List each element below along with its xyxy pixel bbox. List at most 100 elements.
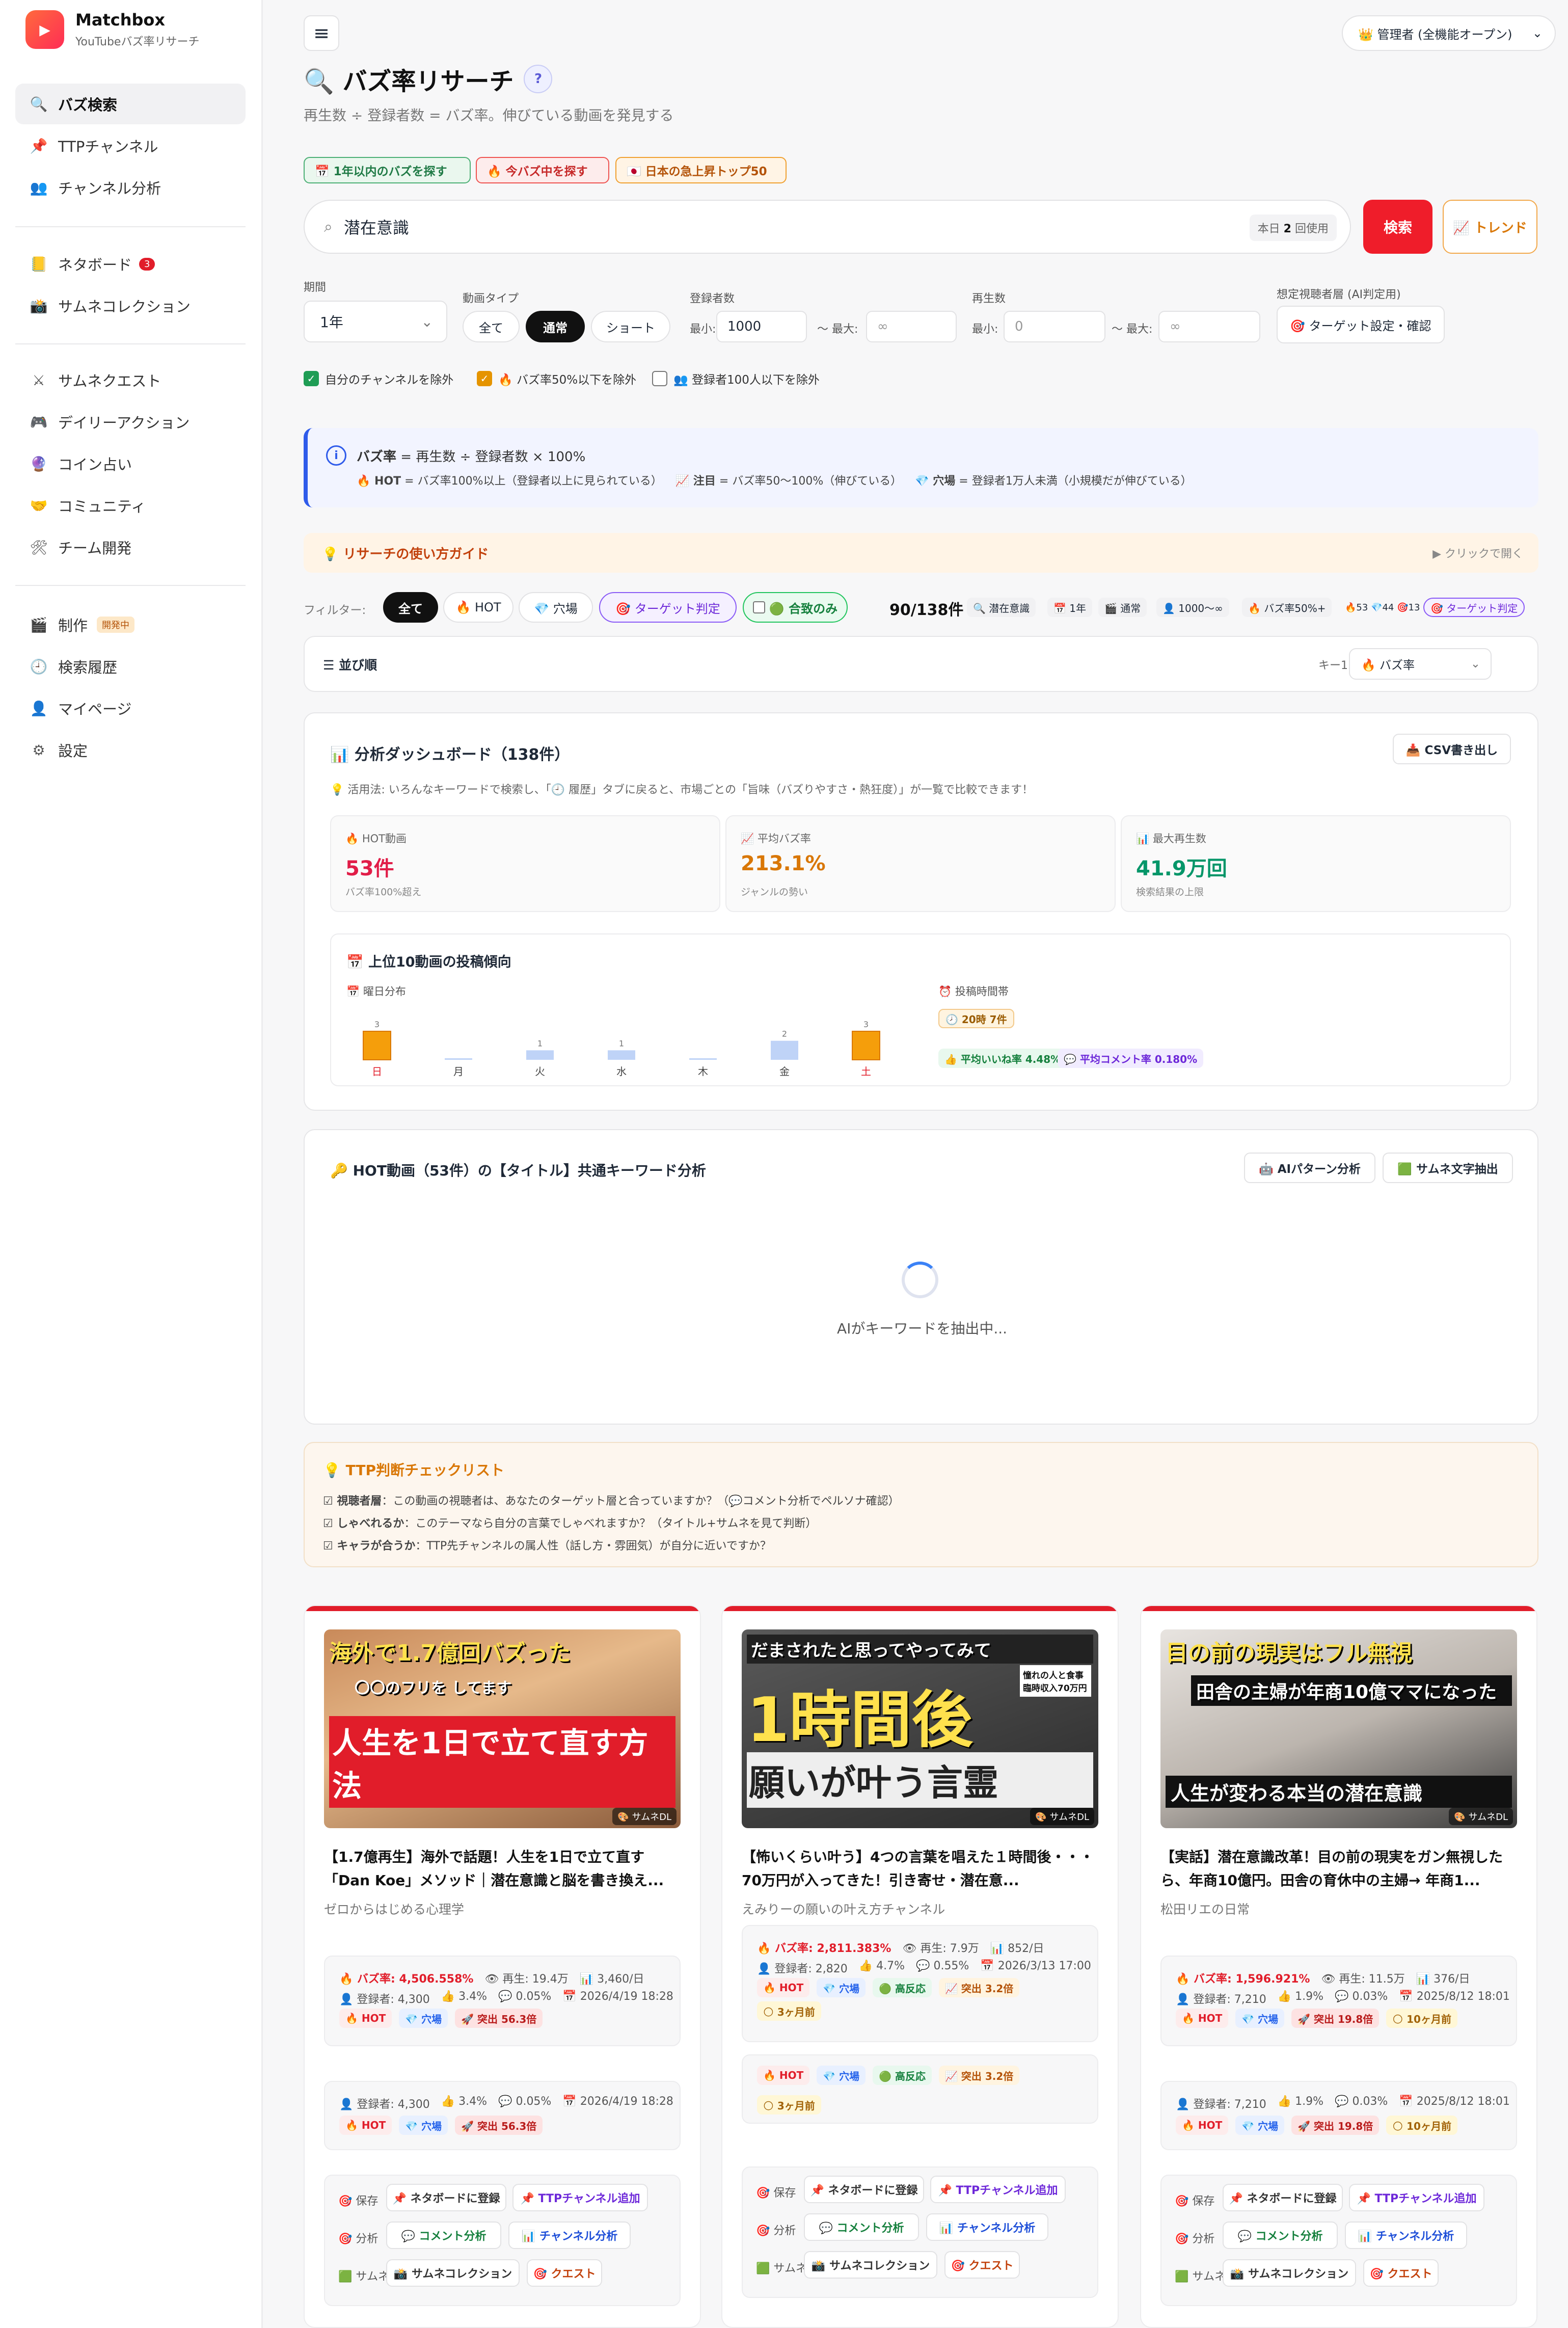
- csv-export-button[interactable]: 📥 CSV書き出し: [1393, 734, 1511, 764]
- video-title[interactable]: 【怖いくらい叶う】4つの言葉を唱えた１時間後・・・70万円が入ってきた！引き寄せ…: [742, 1845, 1103, 1892]
- sidebar-item-history[interactable]: 🕘 検索履歴: [15, 646, 246, 687]
- subs-min-input[interactable]: 1000: [716, 311, 807, 342]
- add-to-netaboard-button[interactable]: 📌 ネタボードに登録: [1223, 2184, 1343, 2211]
- channel-analysis-button[interactable]: 📊 チャンネル分析: [508, 2222, 631, 2249]
- quick-search-japan-top50[interactable]: 🇯🇵 日本の急上昇トップ50: [615, 157, 787, 183]
- buzz-rate: 🔥 バズ率: 4,506.558%: [339, 1973, 474, 1986]
- weekday-label: 水: [616, 1065, 627, 1078]
- thumbnail-download-button[interactable]: 🎨 サムネDL: [1449, 1808, 1513, 1825]
- sidebar-item-search[interactable]: 🔍 バズ検索: [15, 84, 246, 124]
- channel-analysis-button[interactable]: 📊 チャンネル分析: [926, 2213, 1048, 2241]
- sidebar-item-swords[interactable]: ⚔ サムネクエスト: [15, 360, 246, 400]
- video-title[interactable]: 【実話】潜在意識改革！目の前の現実をガン無視したら、年商10億円。田舎の育休中の…: [1160, 1845, 1522, 1892]
- period-select[interactable]: 1年 ⌄: [304, 301, 447, 342]
- sidebar-item-label: コミュニティ: [58, 498, 146, 515]
- comment-analysis-button[interactable]: 💬 コメント分析: [1223, 2222, 1338, 2249]
- video-card[interactable]: 海外で1.7億回バズった 〇〇のフリを してます 人生を1日で立て直す方法 🎨 …: [304, 1605, 701, 2328]
- views-max-input[interactable]: ∞: [1158, 311, 1260, 342]
- help-icon[interactable]: ?: [524, 65, 553, 93]
- quest-button[interactable]: 🎯 クエスト: [1363, 2259, 1439, 2287]
- video-tag-pill: 💎 穴場: [817, 2066, 866, 2085]
- video-thumbnail[interactable]: だまされたと思ってやってみて 1時間後 願いが叶う言霊 憧れの人と食事 臨時収入…: [742, 1629, 1098, 1828]
- comment-analysis-button[interactable]: 💬 コメント分析: [804, 2213, 919, 2241]
- sidebar-item-notebook[interactable]: 📒 ネタボード 3: [15, 244, 246, 284]
- video-thumbnail[interactable]: 目の前の現実はフル無視 田舎の主婦が年商10億ママになった 人生が変わる本当の潜…: [1160, 1629, 1517, 1828]
- add-ttp-channel-button[interactable]: 📌 TTPチャンネル追加: [512, 2184, 648, 2211]
- add-ttp-channel-button[interactable]: 📌 TTPチャンネル追加: [1349, 2184, 1484, 2211]
- like-rate: 👍 3.4%: [441, 2095, 488, 2108]
- search-button[interactable]: 検索: [1363, 200, 1432, 254]
- filter-target-judge[interactable]: 🎯 ターゲット判定: [599, 592, 737, 623]
- add-to-netaboard-button[interactable]: 📌 ネタボードに登録: [386, 2184, 506, 2211]
- video-title[interactable]: 【1.7億再生】海外で話題！人生を1日で立て直す「Dan Koe」メソッド｜潜在…: [324, 1845, 686, 1892]
- thumb-collection-button[interactable]: 📸 サムネコレクション: [386, 2259, 520, 2287]
- exclude-small-channels-check[interactable]: 👥 登録者100人以下を除外: [652, 370, 820, 387]
- exclude-low-buzz-check[interactable]: ✓ 🔥 バズ率50%以下を除外: [477, 370, 636, 387]
- subs-max-input[interactable]: ∞: [866, 311, 957, 342]
- channel-name[interactable]: ゼロからはじめる心理学: [324, 1899, 464, 1918]
- quick-search-1year[interactable]: 📅 1年以内のバズを探す: [304, 157, 471, 183]
- sidebar-item-camera[interactable]: 📸 サムネコレクション: [15, 285, 246, 326]
- add-to-netaboard-button[interactable]: 📌 ネタボードに登録: [804, 2176, 924, 2203]
- menu-toggle-button[interactable]: ≡: [304, 15, 339, 51]
- filter-hidden-gem[interactable]: 💎 穴場: [519, 592, 593, 623]
- sidebar-item-gamepad[interactable]: 🎮 デイリーアクション: [15, 402, 246, 442]
- sidebar: ▶ Matchbox YouTubeバズ率リサーチ 🔍 バズ検索 📌 TTPチャンネル…: [0, 0, 263, 2328]
- video-thumbnail[interactable]: 海外で1.7億回バズった 〇〇のフリを してます 人生を1日で立て直す方法 🎨 …: [324, 1629, 681, 1828]
- thumbnail-download-button[interactable]: 🎨 サムネDL: [1030, 1808, 1094, 1825]
- video-tag-pill: 🔥 HOT: [1176, 2009, 1229, 2028]
- sidebar-item-pin[interactable]: 📌 TTPチャンネル: [15, 125, 246, 166]
- channel-name[interactable]: えみりーの願いの叶え方チャンネル: [742, 1899, 945, 1918]
- views-min-input[interactable]: 0: [1004, 311, 1105, 342]
- thumb-collection-button[interactable]: 📸 サムネコレクション: [1223, 2259, 1356, 2287]
- type-short[interactable]: ショート: [591, 311, 670, 342]
- add-ttp-channel-button[interactable]: 📌 TTPチャンネル追加: [930, 2176, 1066, 2203]
- type-normal[interactable]: 通常: [526, 311, 585, 342]
- sidebar-item-coin[interactable]: 🔮 コイン占い: [15, 443, 246, 484]
- video-card[interactable]: 目の前の現実はフル無視 田舎の主婦が年商10億ママになった 人生が変わる本当の潜…: [1140, 1605, 1537, 2328]
- thumbnail-download-button[interactable]: 🎨 サムネDL: [612, 1808, 677, 1825]
- sidebar-item-person[interactable]: 👤 マイページ: [15, 688, 246, 729]
- target-settings-button[interactable]: 🎯 ターゲット設定・確認: [1277, 306, 1445, 343]
- filter-hot[interactable]: 🔥 HOT: [443, 592, 513, 623]
- trend-button[interactable]: 📈 トレンド: [1443, 200, 1537, 254]
- video-card[interactable]: だまされたと思ってやってみて 1時間後 願いが叶う言霊 憧れの人と食事 臨時収入…: [721, 1605, 1119, 2328]
- type-all[interactable]: 全て: [463, 311, 520, 342]
- thumbnail-text-top: 目の前の現実はフル無視: [1166, 1640, 1412, 1666]
- brand[interactable]: ▶ Matchbox YouTubeバズ率リサーチ: [25, 10, 199, 49]
- comment-analysis-button[interactable]: 💬 コメント分析: [386, 2222, 501, 2249]
- nav-divider: [15, 226, 246, 227]
- thumbnail-text-bottom: 人生が変わる本当の潜在意識: [1166, 1776, 1512, 1808]
- page-subtitle: 再生数 ÷ 登録者数 = バズ率。伸びている動画を発見する: [304, 107, 674, 124]
- sidebar-item-label: チャンネル分析: [58, 180, 161, 197]
- channel-analysis-button[interactable]: 📊 チャンネル分析: [1345, 2222, 1467, 2249]
- sidebar-item-label: TTPチャンネル: [58, 138, 158, 155]
- filter-all[interactable]: 全て: [383, 592, 438, 623]
- quick-search-trending[interactable]: 🔥 今バズ中を探す: [476, 157, 609, 183]
- sidebar-item-tools[interactable]: 🛠 チーム開発: [15, 527, 246, 568]
- view-count: 👁 再生: 19.4万: [484, 1973, 569, 1986]
- admin-menu[interactable]: 👑 管理者 (全機能オープン) ⌄: [1342, 15, 1556, 51]
- thumb-collection-button[interactable]: 📸 サムネコレクション: [804, 2251, 937, 2279]
- sort-label[interactable]: ☰ 並び順: [323, 655, 377, 674]
- sort-key-select[interactable]: 🔥 バズ率 ⌄: [1349, 648, 1492, 680]
- thumb-text-extract-button[interactable]: 🟩 サムネ文字抽出: [1383, 1153, 1513, 1183]
- sidebar-item-users[interactable]: 👥 チャンネル分析: [15, 167, 246, 208]
- sidebar-item-gear[interactable]: ⚙ 設定: [15, 730, 246, 770]
- info-icon: i: [326, 445, 346, 466]
- weekday-bar: [852, 1031, 880, 1060]
- video-tag-pill: 🔥 HOT: [339, 2009, 392, 2028]
- quest-button[interactable]: 🎯 クエスト: [944, 2251, 1020, 2279]
- sidebar-item-handshake[interactable]: 🤝 コミュニティ: [15, 485, 246, 526]
- exclude-own-channel-check[interactable]: ✓ 自分のチャンネルを除外: [304, 370, 453, 387]
- ai-pattern-button[interactable]: 🤖 AIパターン分析: [1244, 1153, 1375, 1183]
- usage-guide-toggle[interactable]: 💡 リサーチの使い方ガイド ▶ クリックで開く: [304, 533, 1538, 573]
- channel-name[interactable]: 松田リエの日常: [1160, 1899, 1250, 1918]
- quest-button[interactable]: 🎯 クエスト: [527, 2259, 602, 2287]
- search-input[interactable]: ⌕ 潜在意識 本日 2 回使用: [304, 200, 1351, 254]
- loading-text: AIがキーワードを抽出中...: [836, 1320, 1008, 1337]
- sidebar-item-clapper[interactable]: 🎬 制作 開発中: [15, 604, 246, 645]
- filter-match-only[interactable]: 🟢 合致のみ: [743, 592, 848, 623]
- analyze-label: 🎯 分析: [756, 2225, 796, 2237]
- thumbnail-text-top: だまされたと思ってやってみて: [747, 1635, 1093, 1664]
